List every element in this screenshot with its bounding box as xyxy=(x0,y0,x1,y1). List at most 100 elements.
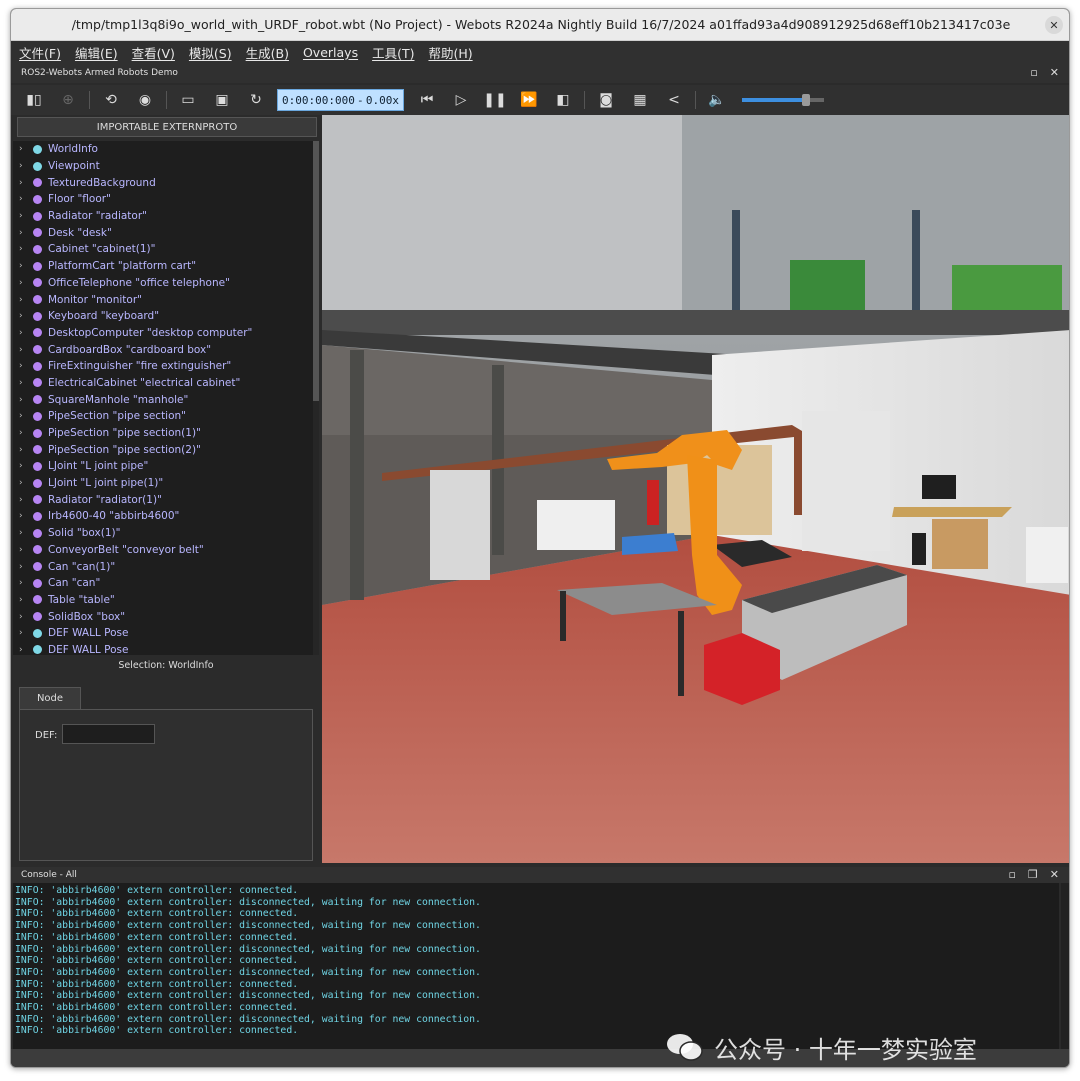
expand-arrow-icon[interactable]: › xyxy=(19,144,33,154)
console-output[interactable]: INFO: 'abbirb4600' extern controller: co… xyxy=(13,883,1059,1049)
menu-file[interactable]: 文件(F) xyxy=(19,43,61,62)
maximize-icon[interactable]: ▫ xyxy=(1030,66,1037,79)
volume-slider[interactable] xyxy=(742,94,824,106)
close-icon[interactable]: ✕ xyxy=(1050,66,1059,79)
expand-arrow-icon[interactable]: › xyxy=(19,295,33,305)
record-icon[interactable]: ▦ xyxy=(627,89,653,111)
close-icon[interactable]: ✕ xyxy=(1045,16,1063,34)
def-input[interactable] xyxy=(62,724,155,744)
expand-arrow-icon[interactable]: › xyxy=(19,528,33,538)
scene-tree-node[interactable]: › Irb4600-40 "abbirb4600" xyxy=(13,508,313,525)
scene-tree-node[interactable]: › Can "can(1)" xyxy=(13,558,313,575)
scene-tree-node[interactable]: › PlatformCart "platform cart" xyxy=(13,258,313,275)
menu-help[interactable]: 帮助(H) xyxy=(428,43,472,62)
add-node-icon[interactable]: ⊕ xyxy=(55,89,81,111)
expand-arrow-icon[interactable]: › xyxy=(19,628,33,638)
scene-tree-node[interactable]: › PipeSection "pipe section" xyxy=(13,408,313,425)
scene-tree-node[interactable]: › PipeSection "pipe section(2)" xyxy=(13,441,313,458)
scene-tree-node[interactable]: › DesktopComputer "desktop computer" xyxy=(13,325,313,342)
maximize-icon[interactable]: ▫ xyxy=(1008,868,1015,881)
scene-tree-node[interactable]: › DEF WALL Pose xyxy=(13,625,313,642)
scene-tree-node[interactable]: › Desk "desk" xyxy=(13,224,313,241)
expand-arrow-icon[interactable]: › xyxy=(19,261,33,271)
close-icon[interactable]: ✕ xyxy=(1050,868,1059,881)
scene-tree-node[interactable]: › Table "table" xyxy=(13,592,313,609)
expand-arrow-icon[interactable]: › xyxy=(19,445,33,455)
expand-arrow-icon[interactable]: › xyxy=(19,194,33,204)
scene-tree-node[interactable]: › Radiator "radiator" xyxy=(13,208,313,225)
scene-tree-node[interactable]: › OfficeTelephone "office telephone" xyxy=(13,275,313,292)
scene-tree-node[interactable]: › Viewpoint xyxy=(13,158,313,175)
scene-tree-node[interactable]: › Cabinet "cabinet(1)" xyxy=(13,241,313,258)
open-folder-icon[interactable]: ▭ xyxy=(175,89,201,111)
sidebar-toggle-icon[interactable]: ▮▯ xyxy=(21,89,47,111)
expand-arrow-icon[interactable]: › xyxy=(19,478,33,488)
menu-view[interactable]: 查看(V) xyxy=(132,43,175,62)
expand-arrow-icon[interactable]: › xyxy=(19,244,33,254)
scene-tree-node[interactable]: › Floor "floor" xyxy=(13,191,313,208)
menu-overlays[interactable]: Overlays xyxy=(303,45,358,60)
importable-externproto-button[interactable]: IMPORTABLE EXTERNPROTO xyxy=(17,117,317,137)
scene-tree-node[interactable]: › Radiator "radiator(1)" xyxy=(13,491,313,508)
menu-simulation[interactable]: 模拟(S) xyxy=(189,43,232,62)
scrollbar-thumb[interactable] xyxy=(313,141,319,401)
screenshot-icon[interactable]: ◙ xyxy=(593,89,619,111)
save-icon[interactable]: ▣ xyxy=(209,89,235,111)
expand-arrow-icon[interactable]: › xyxy=(19,228,33,238)
expand-arrow-icon[interactable]: › xyxy=(19,161,33,171)
view-icon[interactable]: ◉ xyxy=(132,89,158,111)
fast-forward-icon[interactable]: ⏩ xyxy=(516,89,542,111)
expand-arrow-icon[interactable]: › xyxy=(19,461,33,471)
menu-tools[interactable]: 工具(T) xyxy=(372,43,414,62)
cube-icon[interactable]: ◧ xyxy=(550,89,576,111)
expand-arrow-icon[interactable]: › xyxy=(19,411,33,421)
expand-arrow-icon[interactable]: › xyxy=(19,395,33,405)
scene-tree-node[interactable]: › ConveyorBelt "conveyor belt" xyxy=(13,542,313,559)
scene-tree-node[interactable]: › TexturedBackground xyxy=(13,174,313,191)
scene-tree-node[interactable]: › Keyboard "keyboard" xyxy=(13,308,313,325)
reload-world-icon[interactable]: ⟲ xyxy=(98,89,124,111)
scene-tree-node[interactable]: › Can "can" xyxy=(13,575,313,592)
expand-arrow-icon[interactable]: › xyxy=(19,361,33,371)
scene-tree-node[interactable]: › SquareManhole "manhole" xyxy=(13,391,313,408)
expand-arrow-icon[interactable]: › xyxy=(19,428,33,438)
scene-tree-node[interactable]: › WorldInfo xyxy=(13,141,313,158)
volume-slider-knob[interactable] xyxy=(801,94,810,106)
scene-tree-node[interactable]: › LJoint "L joint pipe(1)" xyxy=(13,475,313,492)
reset-icon[interactable]: ↻ xyxy=(243,89,269,111)
scene-tree-node[interactable]: › SolidBox "box" xyxy=(13,608,313,625)
expand-arrow-icon[interactable]: › xyxy=(19,378,33,388)
scene-tree-node[interactable]: › CardboardBox "cardboard box" xyxy=(13,341,313,358)
expand-arrow-icon[interactable]: › xyxy=(19,345,33,355)
expand-arrow-icon[interactable]: › xyxy=(19,545,33,555)
scene-tree-scrollbar[interactable] xyxy=(313,141,319,655)
expand-arrow-icon[interactable]: › xyxy=(19,495,33,505)
console-scrollbar[interactable] xyxy=(1061,883,1069,1049)
expand-arrow-icon[interactable]: › xyxy=(19,612,33,622)
scene-tree-node[interactable]: › DEF WALL Pose xyxy=(13,642,313,655)
scene-tree-node[interactable]: › ElectricalCabinet "electrical cabinet" xyxy=(13,375,313,392)
pause-icon[interactable]: ❚❚ xyxy=(482,89,508,111)
step-back-icon[interactable]: ⏮ xyxy=(414,89,440,111)
3d-viewport[interactable] xyxy=(322,115,1069,863)
expand-arrow-icon[interactable]: › xyxy=(19,645,33,655)
expand-arrow-icon[interactable]: › xyxy=(19,578,33,588)
expand-arrow-icon[interactable]: › xyxy=(19,562,33,572)
menu-edit[interactable]: 编辑(E) xyxy=(75,43,118,62)
scene-tree-node[interactable]: › FireExtinguisher "fire extinguisher" xyxy=(13,358,313,375)
expand-arrow-icon[interactable]: › xyxy=(19,328,33,338)
expand-arrow-icon[interactable]: › xyxy=(19,511,33,521)
float-icon[interactable]: ❐ xyxy=(1028,868,1038,881)
expand-arrow-icon[interactable]: › xyxy=(19,178,33,188)
scene-tree-node[interactable]: › LJoint "L joint pipe" xyxy=(13,458,313,475)
expand-arrow-icon[interactable]: › xyxy=(19,311,33,321)
expand-arrow-icon[interactable]: › xyxy=(19,278,33,288)
tab-node[interactable]: Node xyxy=(19,687,81,709)
expand-arrow-icon[interactable]: › xyxy=(19,211,33,221)
share-icon[interactable]: < xyxy=(661,89,687,111)
scene-tree-node[interactable]: › Solid "box(1)" xyxy=(13,525,313,542)
expand-arrow-icon[interactable]: › xyxy=(19,595,33,605)
scene-tree-node[interactable]: › PipeSection "pipe section(1)" xyxy=(13,425,313,442)
step-icon[interactable]: ▷ xyxy=(448,89,474,111)
scene-tree-node[interactable]: › Monitor "monitor" xyxy=(13,291,313,308)
